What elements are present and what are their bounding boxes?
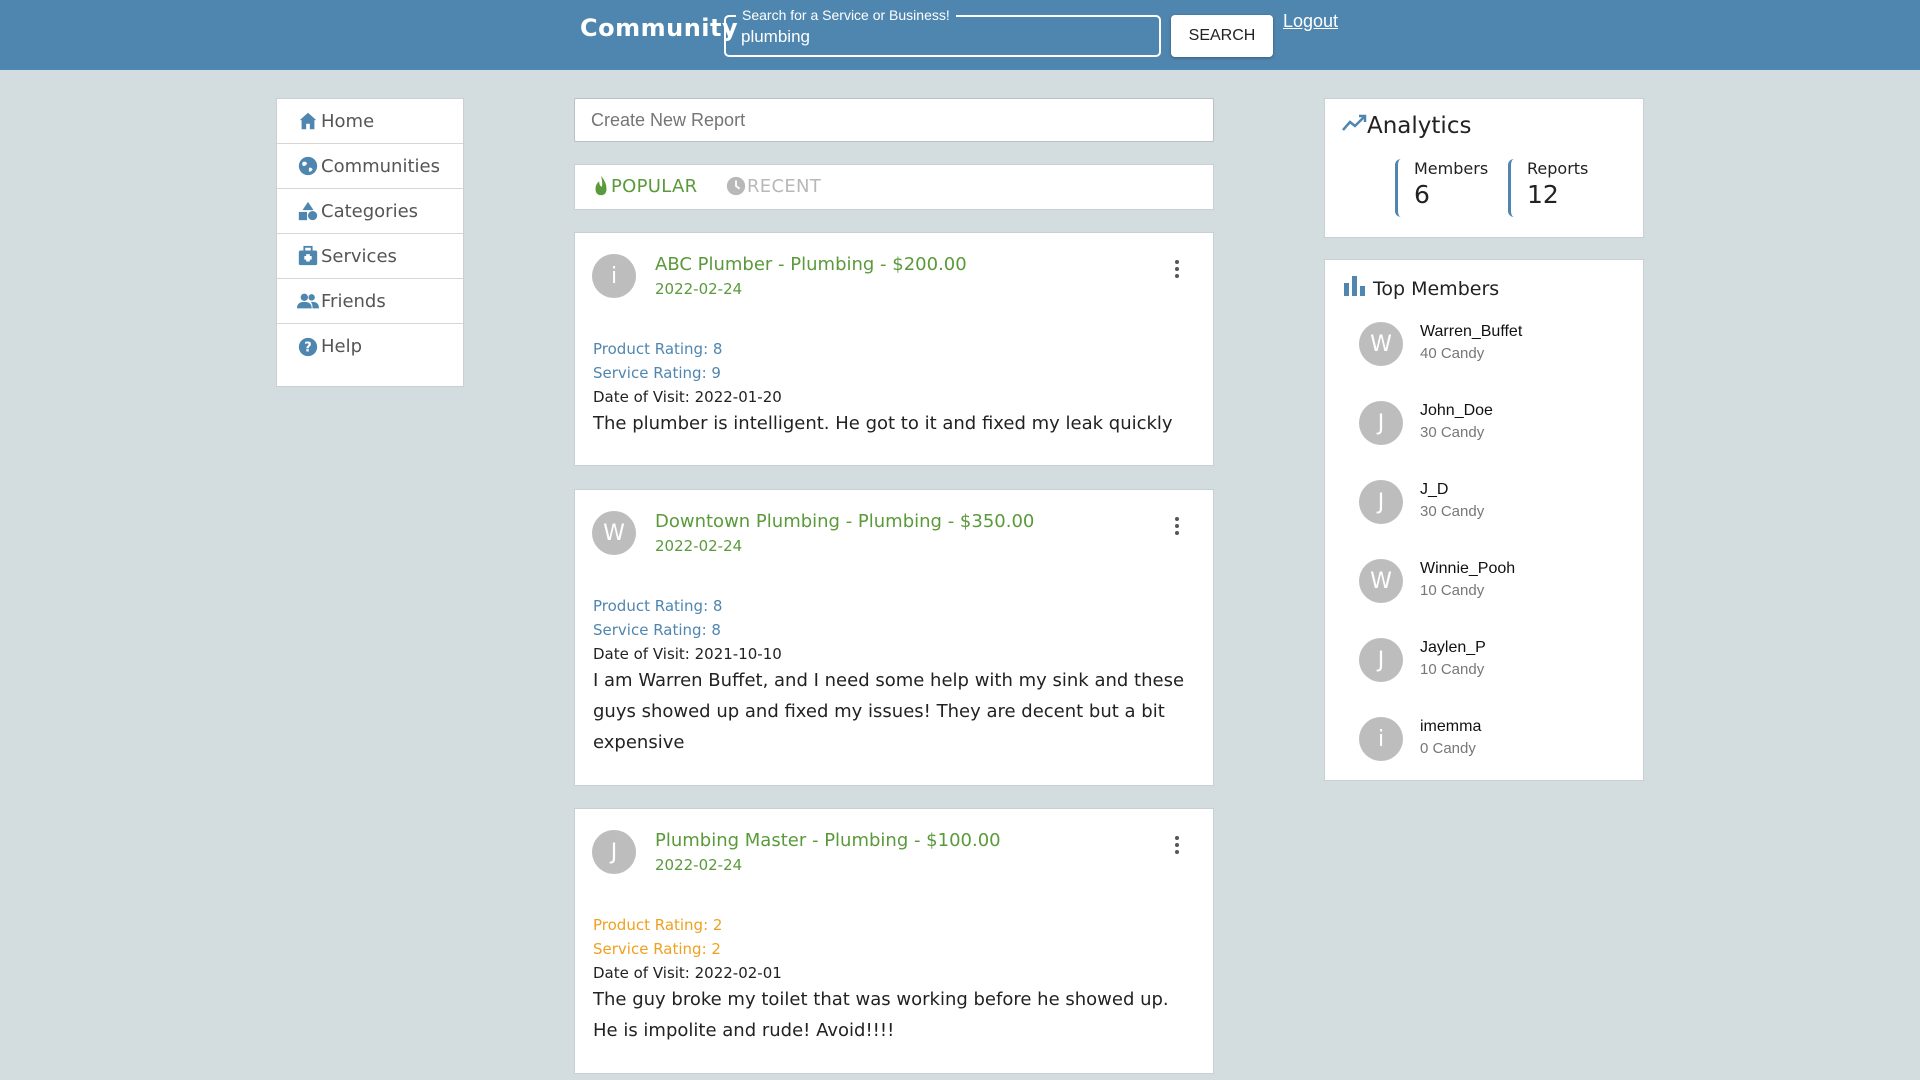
avatar: W (1359, 559, 1403, 603)
people-icon (297, 293, 319, 309)
shapes-icon (298, 201, 318, 221)
report-title[interactable]: Downtown Plumbing - Plumbing - $350.00 (655, 511, 1034, 532)
leaderboard-icon (1344, 276, 1365, 296)
visit-date: Date of Visit: 2022-02-01 (593, 964, 782, 982)
sidebar-item-communities[interactable]: Communities (277, 144, 463, 189)
member-name: Warren_Buffet (1420, 323, 1523, 340)
reports-stat: Reports 12 (1508, 159, 1588, 217)
more-options-icon[interactable] (1175, 836, 1181, 857)
member-name: Winnie_Pooh (1420, 560, 1516, 577)
search-label: Search for a Service or Business! (736, 7, 956, 23)
analytics-title: Analytics (1367, 113, 1472, 139)
avatar: W (592, 511, 636, 555)
service-rating: Service Rating: 9 (593, 364, 721, 382)
more-options-icon[interactable] (1175, 260, 1181, 281)
top-app-bar: Community Search for a Service or Busine… (0, 0, 1920, 70)
sidebar-nav: Home Communities Categories Services Fri… (276, 98, 464, 387)
search-field[interactable]: Search for a Service or Business! (724, 7, 1161, 57)
top-members-card: Top Members W Warren_Buffet 40 Candy J J… (1324, 259, 1644, 781)
member-name: Jaylen_P (1420, 639, 1486, 656)
report-date: 2022-02-24 (655, 280, 743, 298)
member-candy: 10 Candy (1420, 582, 1485, 599)
trending-icon (1342, 114, 1367, 131)
visit-date: Date of Visit: 2021-10-10 (593, 645, 782, 663)
member-candy: 10 Candy (1420, 661, 1485, 678)
report-body: The guy broke my toilet that was working… (593, 989, 1169, 1041)
service-rating: Service Rating: 8 (593, 621, 721, 639)
svg-text:?: ? (304, 340, 311, 355)
member-candy: 30 Candy (1420, 503, 1485, 520)
create-report-field[interactable] (574, 98, 1214, 142)
service-rating: Service Rating: 2 (593, 940, 721, 958)
sidebar-item-label: Communities (321, 155, 440, 177)
sidebar-item-home[interactable]: Home (277, 99, 463, 144)
avatar: i (592, 254, 636, 298)
flame-icon (595, 175, 607, 196)
feed-tabs: POPULAR RECENT (574, 164, 1214, 210)
tab-recent-label: RECENT (747, 175, 822, 197)
members-value: 6 (1414, 180, 1430, 209)
member-candy: 0 Candy (1420, 740, 1476, 757)
avatar: J (1359, 638, 1403, 682)
reports-value: 12 (1527, 180, 1559, 209)
avatar: W (1359, 322, 1403, 366)
sidebar-item-friends[interactable]: Friends (277, 279, 463, 324)
sidebar-item-label: Services (321, 245, 397, 267)
logout-link[interactable]: Logout (1283, 11, 1338, 32)
avatar: J (1359, 480, 1403, 524)
report-card: W Downtown Plumbing - Plumbing - $350.00… (574, 489, 1214, 786)
visit-date: Date of Visit: 2022-01-20 (593, 388, 782, 406)
sidebar-item-categories[interactable]: Categories (277, 189, 463, 234)
medkit-icon (298, 245, 318, 266)
top-members-title: Top Members (1373, 278, 1500, 300)
members-label: Members (1414, 159, 1489, 178)
avatar: J (1359, 401, 1403, 445)
sidebar-item-label: Home (321, 110, 375, 132)
member-item[interactable]: i imemma 0 Candy (1359, 717, 1619, 763)
members-stat: Members 6 (1395, 159, 1488, 217)
product-rating: Product Rating: 8 (593, 340, 723, 358)
tab-popular[interactable]: POPULAR (591, 175, 697, 197)
sidebar-item-label: Categories (321, 200, 419, 222)
member-name: John_Doe (1420, 402, 1493, 419)
sidebar-item-services[interactable]: Services (277, 234, 463, 279)
member-item[interactable]: W Warren_Buffet 40 Candy (1359, 322, 1619, 368)
create-report-input[interactable] (589, 109, 1193, 132)
member-item[interactable]: J John_Doe 30 Candy (1359, 401, 1619, 447)
member-item[interactable]: J Jaylen_P 10 Candy (1359, 638, 1619, 684)
clock-icon (726, 176, 746, 196)
member-candy: 40 Candy (1420, 345, 1485, 362)
product-rating: Product Rating: 8 (593, 597, 723, 615)
report-title[interactable]: ABC Plumber - Plumbing - $200.00 (655, 254, 967, 275)
report-card: J Plumbing Master - Plumbing - $100.00 2… (574, 808, 1214, 1074)
brand-title[interactable]: Community (580, 14, 738, 42)
report-title[interactable]: Plumbing Master - Plumbing - $100.00 (655, 830, 1001, 851)
sidebar-item-label: Friends (321, 290, 386, 312)
search-input[interactable] (739, 25, 1143, 49)
search-button[interactable]: SEARCH (1171, 15, 1273, 57)
analytics-card: Analytics Members 6 Reports 12 (1324, 98, 1644, 238)
report-body: I am Warren Buffet, and I need some help… (593, 670, 1185, 753)
report-body: The plumber is intelligent. He got to it… (593, 413, 1173, 434)
tab-recent[interactable]: RECENT (725, 175, 821, 197)
member-name: J_D (1420, 481, 1449, 498)
globe-icon (298, 156, 318, 176)
member-item[interactable]: W Winnie_Pooh 10 Candy (1359, 559, 1619, 605)
avatar: i (1359, 717, 1403, 761)
member-name: imemma (1420, 718, 1482, 735)
report-date: 2022-02-24 (655, 537, 743, 555)
avatar: J (592, 830, 636, 874)
report-card: i ABC Plumber - Plumbing - $200.00 2022-… (574, 232, 1214, 466)
tab-popular-label: POPULAR (611, 175, 698, 197)
home-icon (299, 112, 317, 130)
member-item[interactable]: J J_D 30 Candy (1359, 480, 1619, 526)
product-rating: Product Rating: 2 (593, 916, 723, 934)
reports-label: Reports (1527, 159, 1589, 178)
sidebar-item-label: Help (321, 336, 363, 357)
member-candy: 30 Candy (1420, 424, 1485, 441)
help-icon: ? (298, 337, 318, 356)
sidebar-item-help[interactable]: ? Help (277, 324, 463, 369)
more-options-icon[interactable] (1175, 517, 1181, 538)
report-date: 2022-02-24 (655, 856, 743, 874)
